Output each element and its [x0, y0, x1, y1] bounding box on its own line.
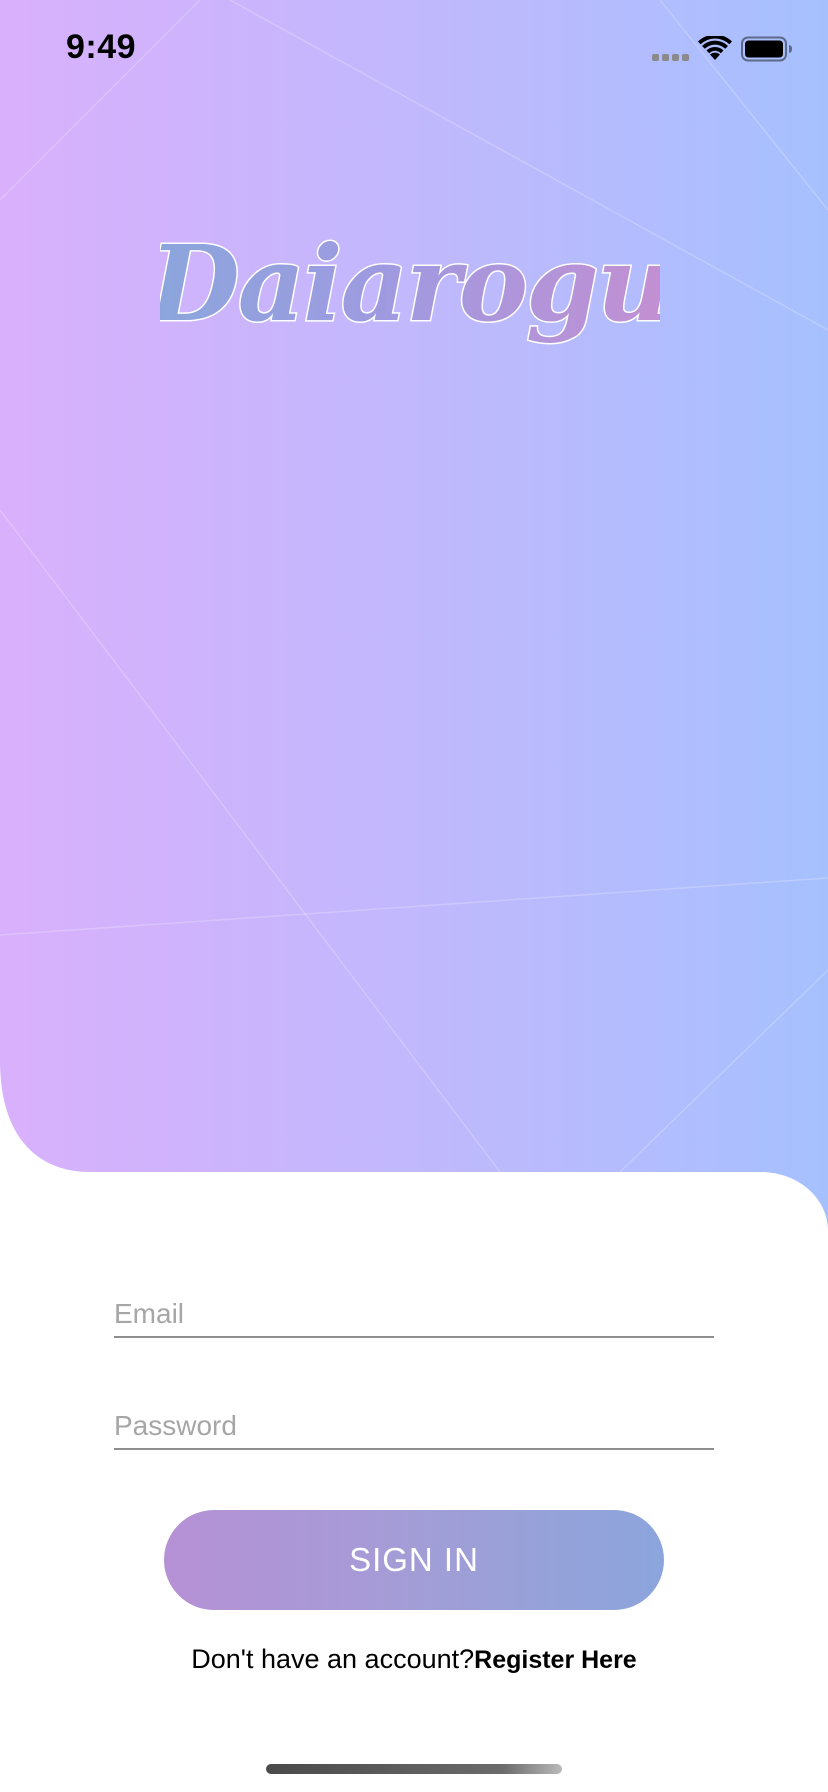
- password-input[interactable]: [114, 1410, 714, 1442]
- register-prompt: Don't have an account?: [191, 1644, 475, 1674]
- sign-in-button[interactable]: SIGN IN: [164, 1510, 664, 1610]
- password-field-container: [114, 1388, 714, 1450]
- sign-in-button-label: SIGN IN: [349, 1541, 479, 1578]
- battery-icon: [741, 36, 792, 62]
- app-logo-text: Daiarogu: [160, 222, 660, 345]
- email-field-container: [114, 1276, 714, 1338]
- login-screen: 9:49 Daiarogu Email SIGN IN Don't have a…: [0, 0, 828, 1792]
- wifi-icon: [698, 36, 732, 60]
- register-link[interactable]: Register Here: [474, 1646, 637, 1674]
- app-logo: Daiarogu: [160, 221, 660, 347]
- home-indicator[interactable]: [266, 1764, 562, 1774]
- status-time: 9:49: [66, 28, 137, 66]
- signal-icon: [652, 54, 689, 61]
- hero-background: [0, 0, 828, 1230]
- email-input[interactable]: [114, 1298, 714, 1330]
- status-bar: 9:49: [0, 0, 828, 100]
- register-row: Don't have an account?Register Here: [0, 1644, 828, 1675]
